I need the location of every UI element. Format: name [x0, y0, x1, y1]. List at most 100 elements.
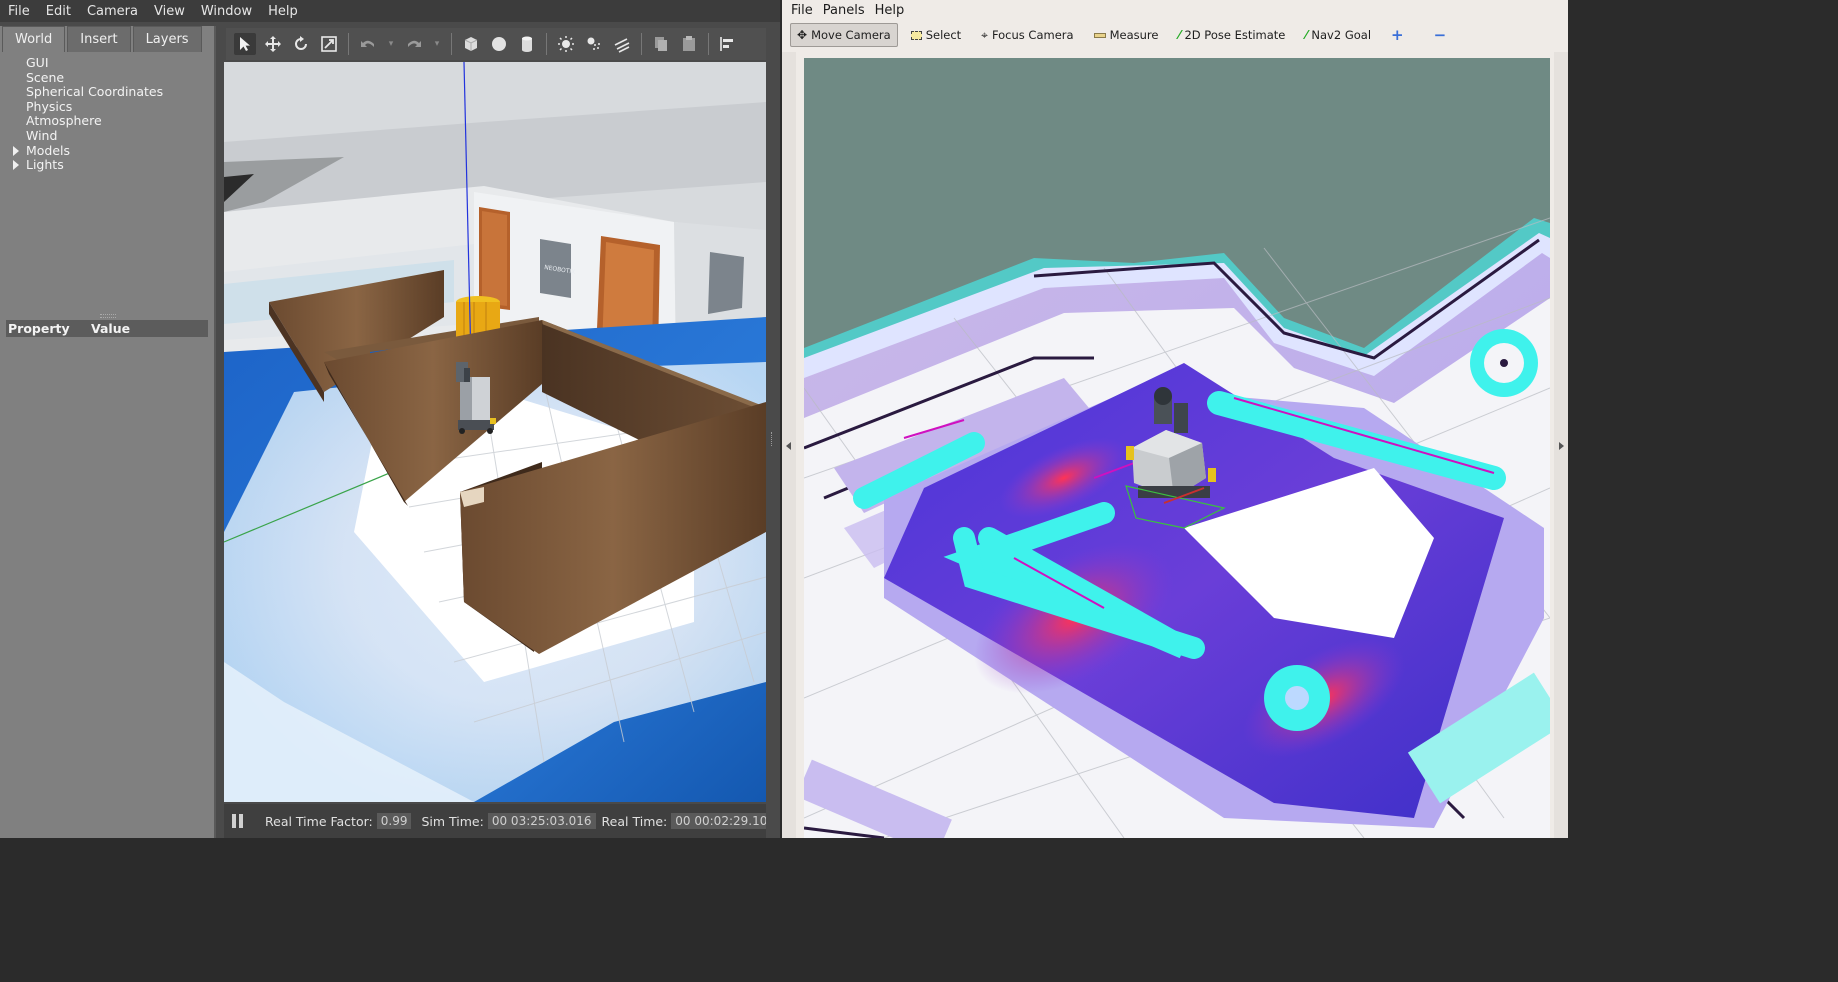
tab-insert[interactable]: Insert [67, 26, 131, 52]
splitter-grip[interactable] [771, 432, 773, 446]
gazebo-right-panel-collapsed[interactable] [766, 22, 780, 838]
gazebo-menubar: File Edit Camera View Window Help [0, 0, 780, 22]
select-icon [910, 30, 922, 40]
translate-icon[interactable] [262, 33, 284, 55]
toolbar-separator [348, 33, 349, 55]
menu-window[interactable]: Window [193, 4, 260, 19]
sim-time-value: 00 03:25:03.016 [487, 813, 596, 829]
menu-camera[interactable]: Camera [79, 4, 146, 19]
rviz-menu-panels[interactable]: Panels [818, 3, 870, 18]
tool-label: 2D Pose Estimate [1184, 28, 1286, 42]
value-column-header: Value [91, 321, 131, 336]
sphere-icon[interactable] [488, 33, 510, 55]
pose-estimate-icon: ⁄ [1178, 28, 1181, 42]
add-tool-button[interactable]: + [1384, 23, 1411, 47]
expand-left-panel-icon[interactable] [786, 442, 791, 450]
select-button[interactable]: Select [904, 23, 968, 47]
panel-splitter-handle[interactable] [100, 314, 116, 318]
nav-goal-icon: ⁄ [1305, 28, 1308, 42]
point-light-icon[interactable] [555, 33, 577, 55]
menu-file[interactable]: File [0, 4, 38, 19]
tree-item-label: Lights [26, 157, 64, 173]
cylinder-icon[interactable] [516, 33, 538, 55]
paste-icon[interactable] [678, 33, 700, 55]
nav-goal-button[interactable]: ⁄ Nav2 Goal [1298, 23, 1378, 47]
rviz-right-dock-collapsed[interactable] [1554, 52, 1568, 838]
tree-item-gui[interactable]: GUI [26, 55, 214, 71]
tool-label: Focus Camera [991, 28, 1074, 42]
rviz-left-dock-collapsed[interactable] [782, 52, 796, 838]
tree-item-label: Models [26, 142, 71, 158]
undo-icon[interactable] [357, 33, 379, 55]
redo-icon[interactable] [403, 33, 425, 55]
menu-help[interactable]: Help [260, 4, 306, 19]
add-tool-icon: + [1391, 26, 1404, 44]
expand-right-panel-icon[interactable] [1559, 442, 1564, 450]
move-camera-icon: ✥ [797, 28, 808, 42]
menu-view[interactable]: View [146, 4, 193, 19]
focus-camera-icon: ⌖ [981, 27, 988, 42]
rviz-menubar: File Panels Help [782, 0, 1568, 20]
costmap-render [804, 58, 1550, 838]
gazebo-side-panel: World Insert Layers GUI Scene Spherical … [0, 26, 216, 838]
tree-item-atmosphere[interactable]: Atmosphere [26, 114, 214, 129]
tree-item-wind[interactable]: Wind [26, 128, 214, 144]
toolbar-separator [451, 33, 452, 55]
gazebo-window: File Edit Camera View Window Help World … [0, 0, 780, 838]
gazebo-toolbar: ▾ ▾ [226, 28, 766, 60]
rotate-icon[interactable] [290, 33, 312, 55]
remove-tool-icon: − [1433, 26, 1447, 44]
undo-dropdown-icon[interactable]: ▾ [385, 33, 397, 55]
gazebo-3d-viewport[interactable]: NEOBOTIX [224, 62, 766, 802]
rviz-window: File Panels Help ✥ Move Camera Select ⌖ … [782, 0, 1568, 838]
gazebo-statusbar: Real Time Factor: 0.99 Sim Time: 00 03:2… [224, 804, 772, 838]
world-tree: GUI Scene Spherical Coordinates Physics … [0, 52, 214, 173]
property-column-header: Property [8, 321, 70, 336]
rviz-menu-file[interactable]: File [786, 3, 818, 18]
expand-arrow-icon[interactable] [13, 145, 19, 156]
measure-button[interactable]: Measure [1087, 23, 1166, 47]
tab-layers[interactable]: Layers [132, 26, 202, 52]
move-camera-button[interactable]: ✥ Move Camera [790, 23, 898, 47]
remove-tool-button[interactable]: − [1427, 23, 1454, 47]
copy-icon[interactable] [650, 33, 672, 55]
gazebo-scene-render: NEOBOTIX [224, 62, 766, 802]
tree-item-physics[interactable]: Physics [26, 99, 214, 115]
rviz-toolbar: ✥ Move Camera Select ⌖ Focus Camera Meas… [790, 22, 1560, 48]
real-time-factor-label: Real Time Factor: [265, 813, 373, 829]
scale-icon[interactable] [318, 33, 340, 55]
property-table-header: Property Value [6, 320, 208, 337]
align-icon[interactable] [717, 33, 739, 55]
focus-camera-button[interactable]: ⌖ Focus Camera [974, 23, 1080, 47]
tree-item-models[interactable]: Models [13, 142, 214, 159]
measure-icon [1093, 32, 1106, 38]
pose-estimate-button[interactable]: ⁄ 2D Pose Estimate [1171, 23, 1292, 47]
toolbar-separator [546, 33, 547, 55]
tool-label: Move Camera [811, 28, 891, 42]
directional-light-icon[interactable] [611, 33, 633, 55]
rviz-menu-help[interactable]: Help [870, 3, 910, 18]
tool-label: Measure [1109, 28, 1159, 42]
box-icon[interactable] [460, 33, 482, 55]
real-time-value: 00 00:02:29.10 [671, 813, 772, 829]
tab-world[interactable]: World [2, 26, 66, 52]
toolbar-separator [641, 33, 642, 55]
select-mode-icon[interactable] [234, 33, 256, 55]
rviz-3d-view[interactable] [804, 58, 1550, 838]
tree-item-spherical-coordinates[interactable]: Spherical Coordinates [26, 85, 214, 100]
real-time-label: Real Time: [601, 813, 668, 829]
desktop: File Edit Camera View Window Help World … [0, 0, 1568, 838]
tool-label: Nav2 Goal [1311, 28, 1372, 42]
redo-dropdown-icon[interactable]: ▾ [431, 33, 443, 55]
pause-icon[interactable] [232, 814, 243, 828]
real-time-factor-value: 0.99 [376, 813, 412, 829]
tool-label: Select [925, 28, 962, 42]
sim-time-label: Sim Time: [421, 813, 484, 829]
expand-arrow-icon[interactable] [13, 160, 19, 171]
tree-item-scene[interactable]: Scene [26, 70, 214, 86]
toolbar-separator [708, 33, 709, 55]
spot-light-icon[interactable] [583, 33, 605, 55]
gazebo-tabs: World Insert Layers [0, 26, 214, 52]
tree-item-lights[interactable]: Lights [13, 157, 214, 173]
menu-edit[interactable]: Edit [38, 4, 79, 19]
